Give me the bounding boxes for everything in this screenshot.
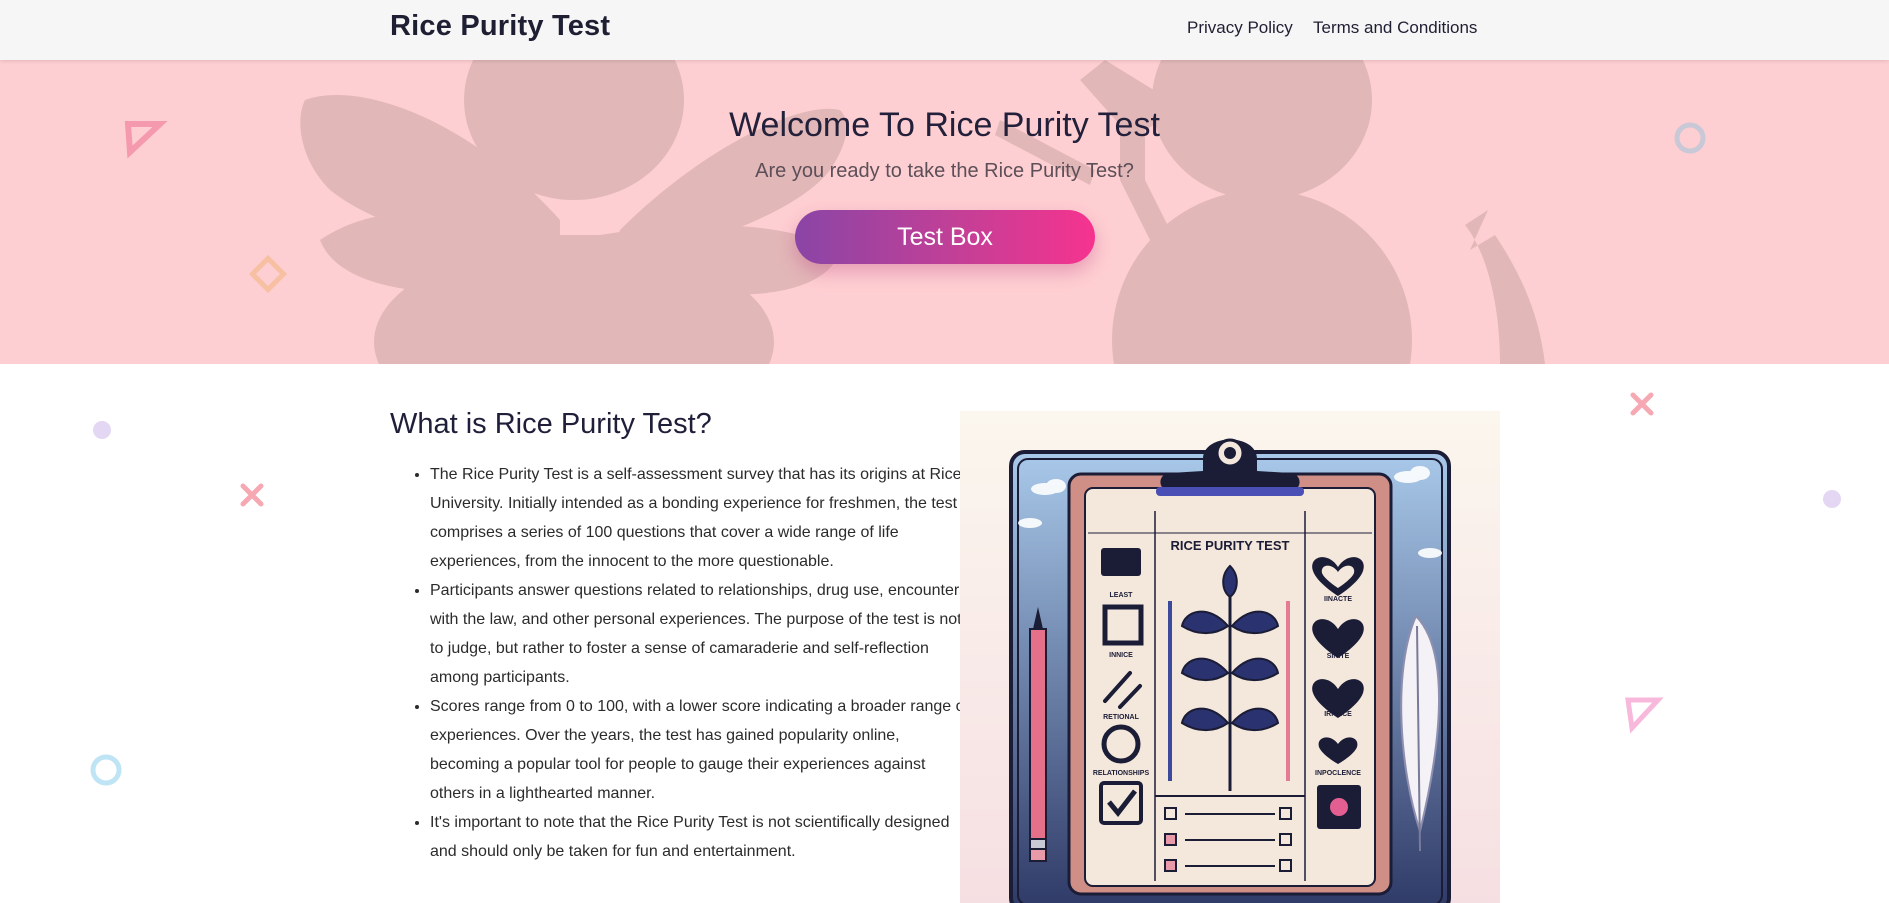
cross-deco-icon	[240, 483, 264, 507]
list-item: It's important to note that the Rice Pur…	[430, 808, 970, 866]
dot-deco-icon	[93, 421, 111, 439]
test-box-button[interactable]: Test Box	[795, 210, 1095, 264]
list-item: Scores range from 0 to 100, with a lower…	[430, 692, 970, 808]
list-item: The Rice Purity Test is a self-assessmen…	[430, 460, 970, 576]
illustration-label-relationships: RELATIONSHIPS	[1093, 770, 1150, 777]
illustration-label-inpoclence: INPOCLENCE	[1315, 770, 1361, 777]
clipboard-image: RICE PURITY TEST LEAST INNICE RETIONAL R…	[960, 411, 1500, 903]
top-navbar: Rice Purity Test Privacy Policy Terms an…	[0, 0, 1889, 60]
illustration-label-least: LEAST	[1110, 592, 1134, 599]
ring-deco-icon	[90, 754, 122, 786]
dot-deco-icon	[1823, 490, 1841, 508]
nav-link-terms-and-conditions[interactable]: Terms and Conditions	[1313, 18, 1477, 38]
hero-title: Welcome To Rice Purity Test	[729, 106, 1160, 144]
triangle-deco-icon	[1625, 697, 1664, 734]
hero-section: Welcome To Rice Purity Test Are you read…	[0, 60, 1889, 364]
illustration-title: RICE PURITY TEST	[1171, 538, 1290, 553]
illustration-label-iinacte: IINACTE	[1324, 596, 1352, 603]
illustration-label-iritece: IRITECE	[1324, 711, 1352, 718]
illustration-label-sinite: SINITE	[1327, 653, 1350, 660]
hero-subtitle: Are you ready to take the Rice Purity Te…	[755, 160, 1134, 182]
illustration-label-innice: INNICE	[1109, 652, 1133, 659]
nav-link-privacy-policy[interactable]: Privacy Policy	[1187, 18, 1293, 38]
clipboard-illustration: RICE PURITY TEST LEAST INNICE RETIONAL R…	[960, 411, 1500, 903]
list-item: Participants answer questions related to…	[430, 576, 970, 692]
diamond-deco-icon	[248, 254, 288, 294]
cross-deco-icon	[1630, 392, 1654, 416]
pencil-icon	[1029, 607, 1047, 862]
section-title: What is Rice Purity Test?	[390, 408, 712, 440]
illustration-label-retional: RETIONAL	[1103, 714, 1140, 721]
info-list: The Rice Purity Test is a self-assessmen…	[390, 460, 970, 866]
brand-logo-link[interactable]: Rice Purity Test	[390, 10, 610, 43]
